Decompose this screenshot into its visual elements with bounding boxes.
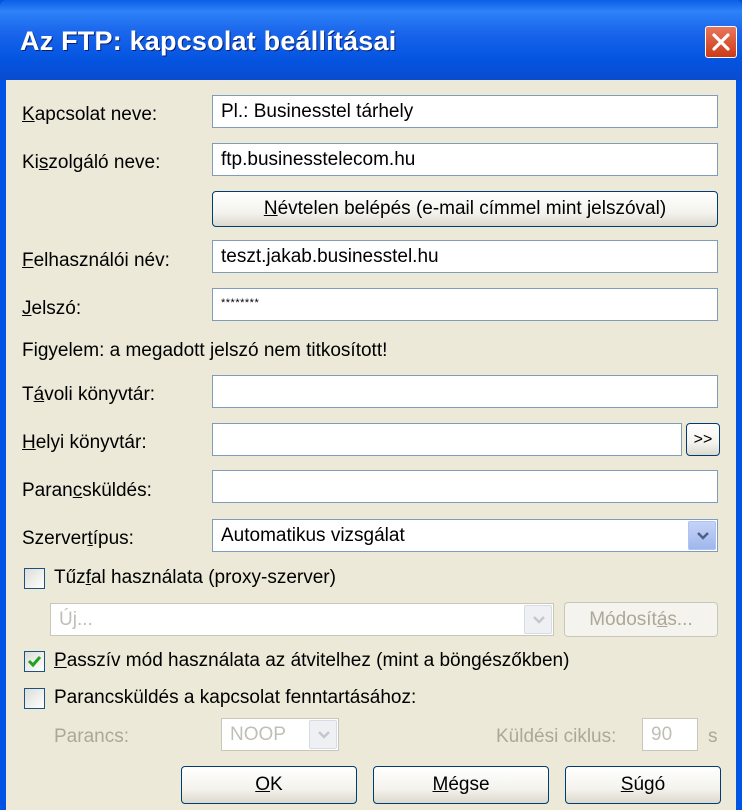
connection-name-label: Kapcsolat neve: [22, 104, 158, 125]
ok-button[interactable]: OK [181, 766, 357, 804]
window-title: Az FTP: kapcsolat beállításai [20, 26, 397, 56]
keepalive-checkbox[interactable] [24, 688, 45, 709]
server-name-input[interactable]: ftp.businesstelecom.hu [212, 143, 718, 176]
chevron-down-icon [318, 731, 330, 739]
keepalive-dropdown-button[interactable] [309, 720, 337, 749]
send-cycle-input[interactable]: 90 [642, 718, 698, 751]
username-label: Felhasználói név: [22, 250, 170, 271]
proxy-modify-button[interactable]: Módosítás... [564, 602, 718, 637]
remote-dir-label: Távoli könyvtár: [22, 384, 156, 405]
browse-local-dir-button[interactable]: >> [686, 423, 720, 456]
chevron-down-icon [533, 616, 545, 624]
title-bar[interactable]: Az FTP: kapcsolat beállításai [0, 0, 742, 80]
cancel-button[interactable]: Mégse [373, 766, 549, 804]
keepalive-command-value: NOOP [230, 724, 286, 745]
keepalive-command-select[interactable]: NOOP [221, 718, 339, 751]
remote-dir-input[interactable] [212, 375, 718, 408]
close-button[interactable] [705, 26, 737, 58]
help-button[interactable]: Súgó [565, 766, 721, 804]
proxy-dropdown-button[interactable] [524, 605, 552, 634]
password-label: Jelszó: [22, 298, 82, 319]
firewall-label: Tűzfal használata (proxy-szerver) [54, 567, 336, 588]
command-label: Parancsküldés: [22, 480, 152, 501]
server-type-select[interactable]: Automatikus vizsgálat [212, 519, 718, 552]
password-warning: Figyelem: a megadott jelszó nem titkosít… [22, 340, 388, 361]
passive-mode-checkbox[interactable] [24, 651, 45, 672]
close-icon [712, 33, 730, 51]
connection-name-input[interactable]: Pl.: Businesstel tárhely [212, 95, 718, 128]
keepalive-command-label: Parancs: [54, 726, 129, 747]
server-type-value: Automatikus vizsgálat [221, 525, 405, 546]
server-type-dropdown-button[interactable] [688, 521, 716, 550]
checkmark-icon [27, 656, 42, 668]
proxy-select[interactable]: Új... [50, 603, 554, 636]
passive-mode-label: Passzív mód használata az átvitelhez (mi… [54, 650, 570, 671]
server-name-label: Kiszolgáló neve: [22, 152, 161, 173]
dialog-window: Az FTP: kapcsolat beállításai Kapcsolat … [0, 0, 742, 810]
dialog-body: Kapcsolat neve: Pl.: Businesstel tárhely… [6, 80, 736, 810]
command-input[interactable] [212, 470, 718, 503]
username-input[interactable]: teszt.jakab.businesstel.hu [212, 240, 718, 273]
send-cycle-label: Küldési ciklus: [496, 726, 617, 747]
local-dir-input[interactable] [212, 423, 682, 456]
local-dir-label: Helyi könyvtár: [22, 432, 147, 453]
anonymous-login-button[interactable]: Névtelen belépés (e-mail címmel mint jel… [212, 191, 718, 227]
password-input[interactable]: ******** [212, 288, 718, 321]
keepalive-label: Parancsküldés a kapcsolat fenntartásához… [54, 687, 417, 708]
chevron-down-icon [697, 532, 709, 540]
proxy-select-value: Új... [59, 609, 93, 630]
server-type-label: Szervertípus: [22, 528, 134, 549]
send-cycle-unit: s [708, 726, 718, 747]
firewall-checkbox[interactable] [24, 568, 45, 589]
